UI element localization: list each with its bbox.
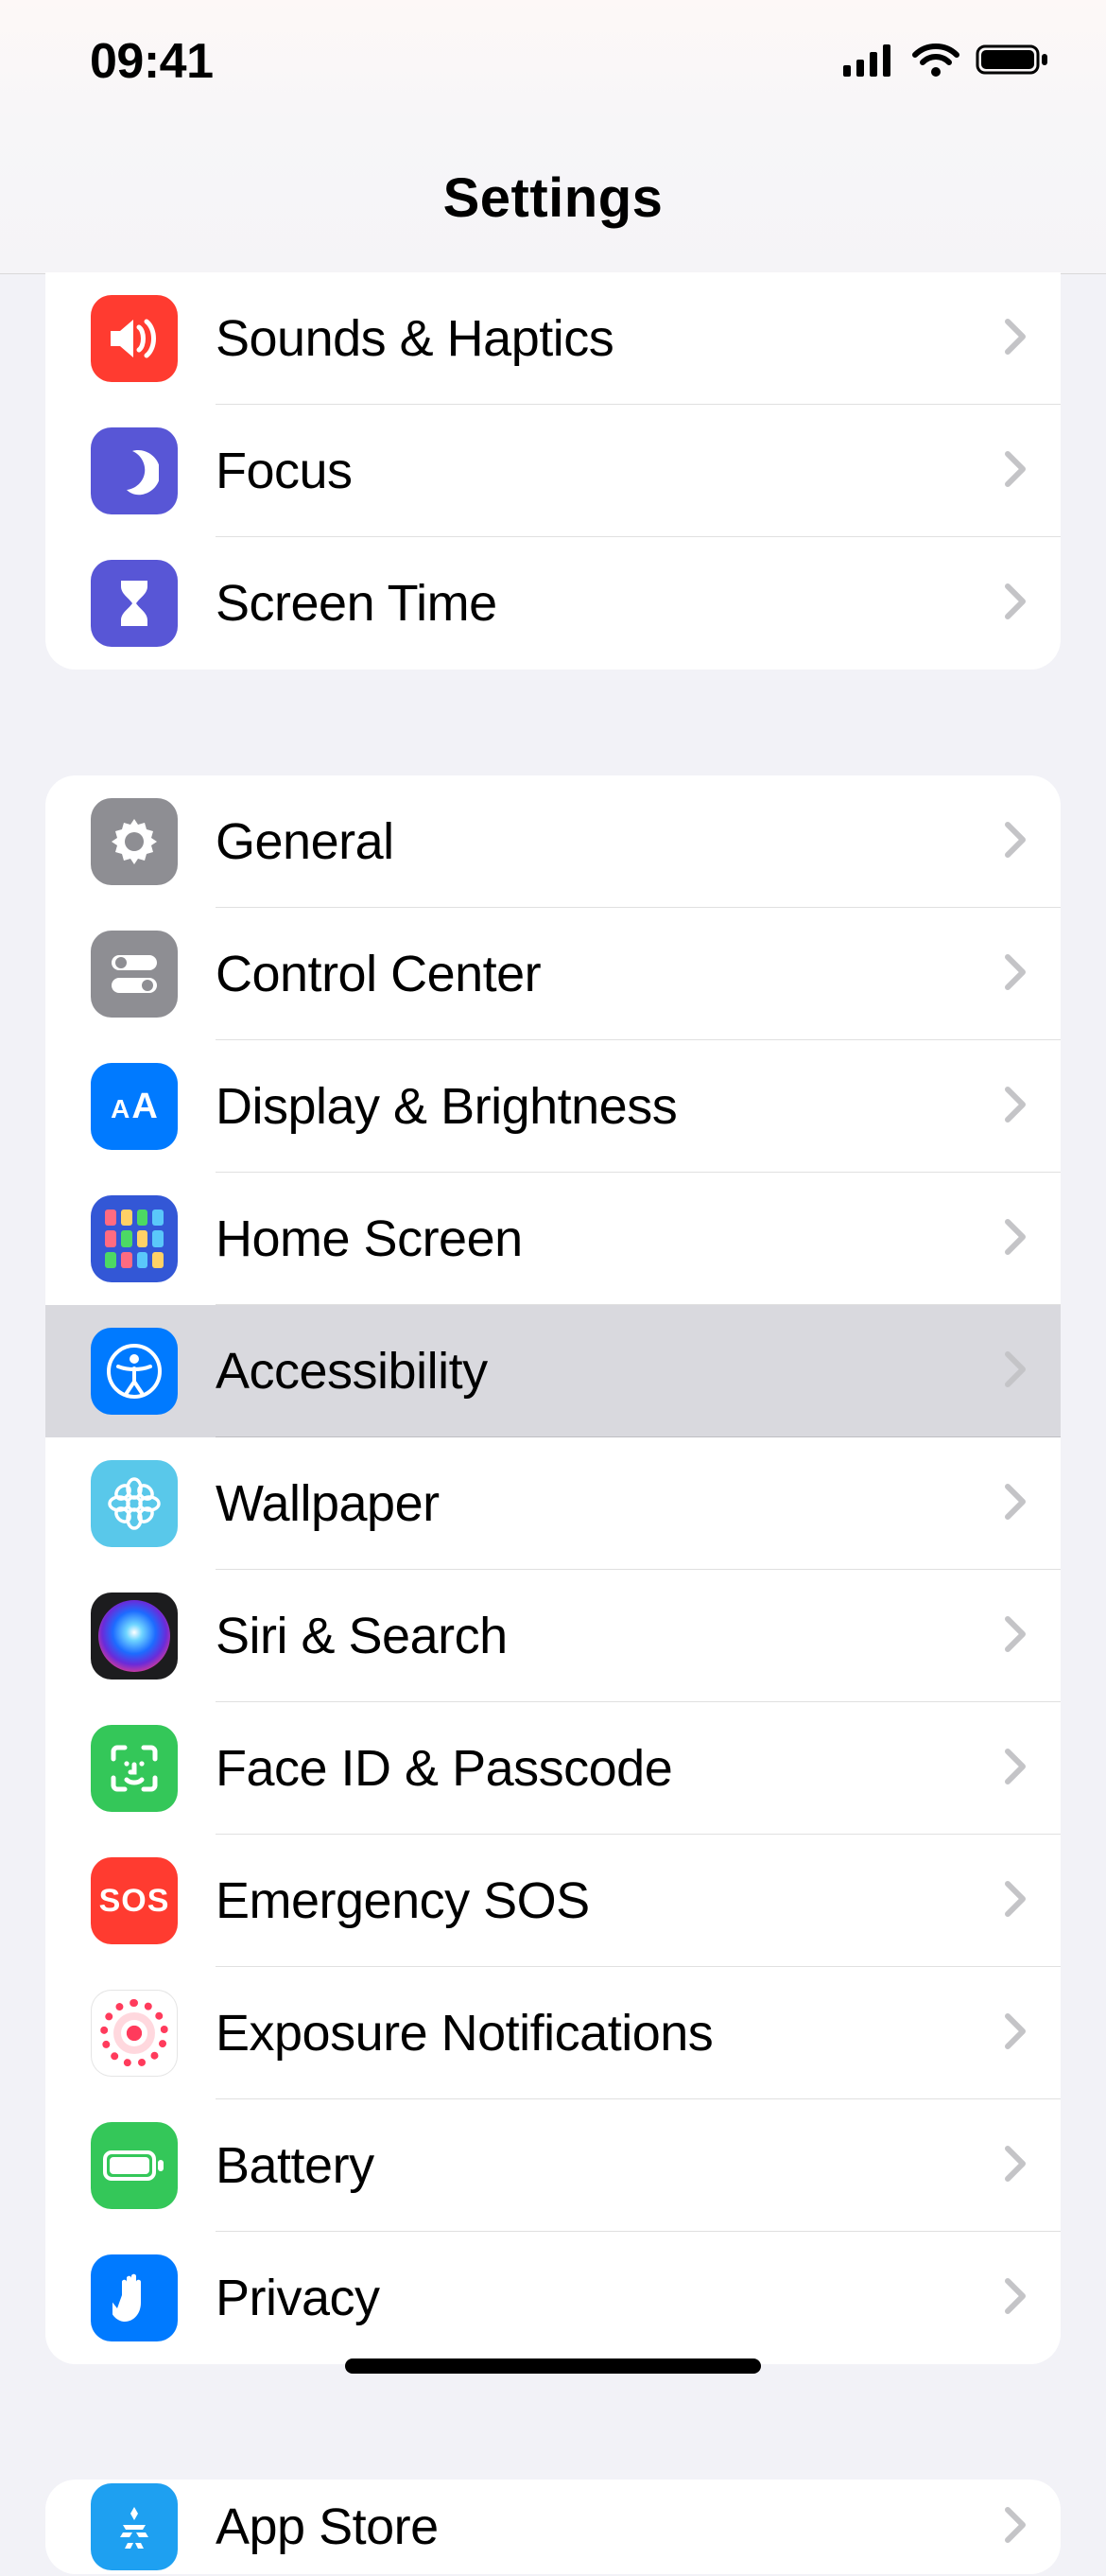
chevron-right-icon — [1004, 1748, 1027, 1790]
chevron-right-icon — [1004, 2012, 1027, 2055]
face-id-icon — [91, 1725, 178, 1812]
settings-group-3: App Store — [45, 2480, 1061, 2574]
app-grid-icon — [91, 1195, 178, 1282]
siri-icon — [91, 1593, 178, 1680]
row-label: Wallpaper — [216, 1474, 1004, 1533]
row-label: Screen Time — [216, 574, 1004, 633]
row-wallpaper[interactable]: Wallpaper — [45, 1437, 1061, 1570]
text-size-icon: AA — [91, 1063, 178, 1150]
home-indicator[interactable] — [345, 2358, 761, 2374]
row-label: Face ID & Passcode — [216, 1739, 1004, 1798]
row-label: Accessibility — [216, 1342, 1004, 1401]
hourglass-icon — [91, 560, 178, 647]
row-focus[interactable]: Focus — [45, 405, 1061, 537]
chevron-right-icon — [1004, 1483, 1027, 1525]
exposure-icon — [91, 1990, 178, 2077]
settings-content: Sounds & Haptics Focus Screen Time — [0, 274, 1106, 2576]
chevron-right-icon — [1004, 318, 1027, 360]
row-control-center[interactable]: Control Center — [45, 908, 1061, 1040]
row-general[interactable]: General — [45, 775, 1061, 908]
settings-group-1: Sounds & Haptics Focus Screen Time — [45, 272, 1061, 670]
row-label: App Store — [216, 2498, 1004, 2556]
row-label: General — [216, 812, 1004, 871]
row-label: Home Screen — [216, 1210, 1004, 1268]
row-label: Siri & Search — [216, 1607, 1004, 1665]
status-icons — [843, 42, 1049, 82]
row-siri-search[interactable]: Siri & Search — [45, 1570, 1061, 1702]
row-label: Sounds & Haptics — [216, 309, 1004, 368]
flower-icon — [91, 1460, 178, 1547]
chevron-right-icon — [1004, 583, 1027, 625]
row-label: Exposure Notifications — [216, 2004, 1004, 2063]
row-label: Display & Brightness — [216, 1077, 1004, 1136]
row-home-screen[interactable]: Home Screen — [45, 1173, 1061, 1305]
toggles-icon — [91, 931, 178, 1018]
battery-icon — [976, 43, 1049, 81]
status-bar: 09:41 — [0, 0, 1106, 123]
gear-icon — [91, 798, 178, 885]
row-screen-time[interactable]: Screen Time — [45, 537, 1061, 670]
chevron-right-icon — [1004, 2506, 1027, 2549]
wifi-icon — [911, 42, 960, 82]
speaker-icon — [91, 295, 178, 382]
row-accessibility[interactable]: Accessibility — [45, 1305, 1061, 1437]
cellular-icon — [843, 43, 896, 81]
chevron-right-icon — [1004, 1880, 1027, 1923]
chevron-right-icon — [1004, 1350, 1027, 1393]
row-label: Battery — [216, 2136, 1004, 2195]
moon-icon — [91, 427, 178, 514]
settings-group-2: General Control Center AA Display & Brig… — [45, 775, 1061, 2364]
chevron-right-icon — [1004, 821, 1027, 863]
chevron-right-icon — [1004, 1218, 1027, 1261]
row-battery[interactable]: Battery — [45, 2099, 1061, 2232]
battery-icon — [91, 2122, 178, 2209]
row-label: Emergency SOS — [216, 1871, 1004, 1930]
row-exposure-notifications[interactable]: Exposure Notifications — [45, 1967, 1061, 2099]
row-app-store[interactable]: App Store — [45, 2480, 1061, 2574]
row-sounds-haptics[interactable]: Sounds & Haptics — [45, 272, 1061, 405]
accessibility-icon — [91, 1328, 178, 1415]
row-display-brightness[interactable]: AA Display & Brightness — [45, 1040, 1061, 1173]
row-label: Focus — [216, 442, 1004, 500]
row-face-id-passcode[interactable]: Face ID & Passcode — [45, 1702, 1061, 1835]
row-label: Privacy — [216, 2269, 1004, 2327]
nav-header: Settings — [0, 123, 1106, 274]
chevron-right-icon — [1004, 1086, 1027, 1128]
chevron-right-icon — [1004, 1615, 1027, 1658]
chevron-right-icon — [1004, 953, 1027, 996]
page-title: Settings — [443, 166, 664, 230]
chevron-right-icon — [1004, 2277, 1027, 2320]
row-label: Control Center — [216, 945, 1004, 1003]
status-time: 09:41 — [90, 33, 214, 90]
app-store-icon — [91, 2483, 178, 2570]
row-emergency-sos[interactable]: SOS Emergency SOS — [45, 1835, 1061, 1967]
hand-icon — [91, 2254, 178, 2341]
row-privacy[interactable]: Privacy — [45, 2232, 1061, 2364]
chevron-right-icon — [1004, 2145, 1027, 2187]
chevron-right-icon — [1004, 450, 1027, 493]
sos-icon: SOS — [91, 1857, 178, 1944]
